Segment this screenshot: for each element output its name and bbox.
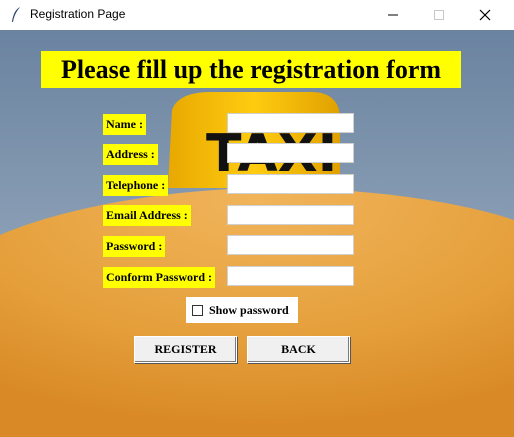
register-button[interactable]: REGISTER <box>134 336 237 363</box>
minimize-button[interactable] <box>370 0 416 30</box>
password-field[interactable] <box>227 235 354 255</box>
email-field[interactable] <box>227 205 354 225</box>
maximize-icon <box>434 10 444 20</box>
minimize-icon <box>388 14 398 16</box>
checkbox-box[interactable] <box>192 304 203 316</box>
confirm-password-label: Conform Password : <box>103 267 215 288</box>
title-bar: Registration Page <box>0 0 514 30</box>
confirm-password-field[interactable] <box>227 266 354 286</box>
address-label: Address : <box>103 144 158 165</box>
feather-icon <box>12 7 20 22</box>
password-label: Password : <box>103 236 166 257</box>
telephone-field[interactable] <box>227 174 354 194</box>
window-title: Registration Page <box>30 7 126 21</box>
registration-panel: TAXI Please fill up the registration for… <box>0 30 514 437</box>
maximize-button[interactable] <box>416 0 462 30</box>
address-field[interactable] <box>227 143 354 163</box>
close-button[interactable] <box>462 0 508 30</box>
close-icon <box>479 9 491 21</box>
show-password-checkbox[interactable]: Show password <box>186 297 298 323</box>
taxi-background-image: TAXI <box>0 30 514 437</box>
telephone-label: Telephone : <box>103 175 169 196</box>
name-field[interactable] <box>227 113 354 133</box>
page-heading: Please fill up the registration form <box>41 51 461 88</box>
email-label: Email Address : <box>103 205 191 226</box>
name-label: Name : <box>103 114 146 135</box>
back-button[interactable]: BACK <box>247 336 350 363</box>
show-password-label: Show password <box>209 302 289 317</box>
